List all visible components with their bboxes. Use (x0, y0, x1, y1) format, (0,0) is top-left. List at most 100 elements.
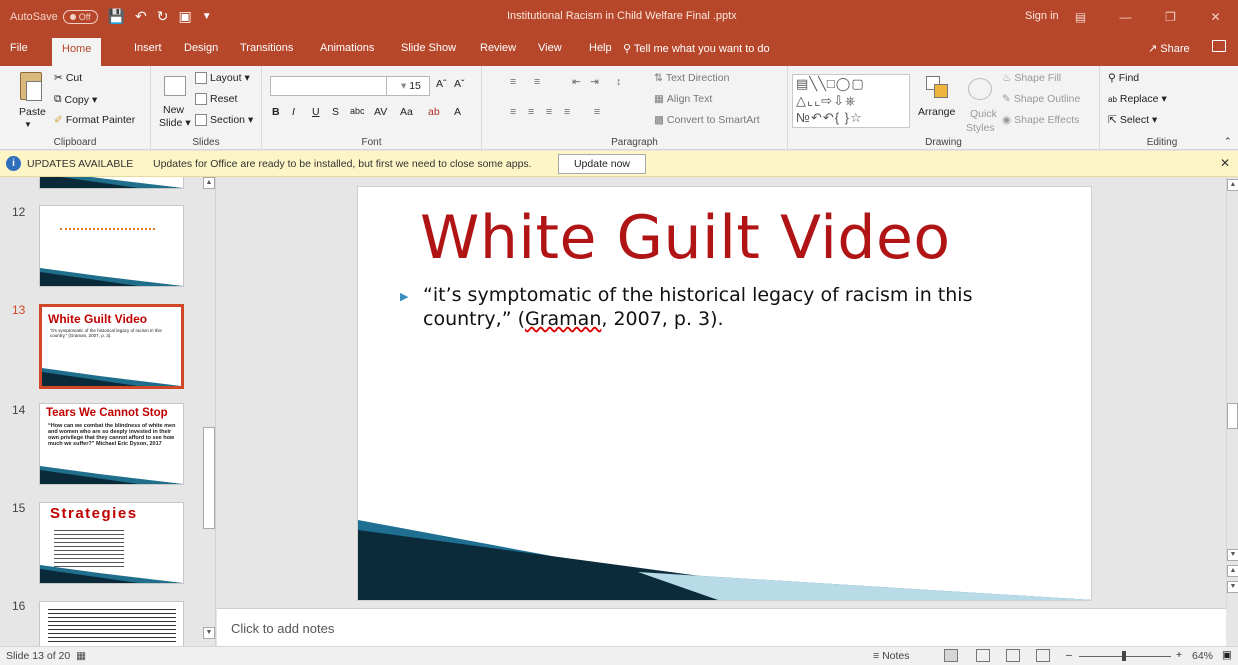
shape-fill-button[interactable]: ♨ Shape Fill (1002, 72, 1061, 84)
columns-icon[interactable]: ≡ (594, 106, 600, 118)
minimize-icon[interactable]: — (1103, 0, 1148, 34)
paste-dropdown-icon[interactable]: ▼ (24, 120, 32, 129)
slide-title[interactable]: White Guilt Video (420, 203, 951, 273)
bold-icon[interactable]: B (272, 106, 280, 118)
slide-sorter-view-icon[interactable] (976, 649, 990, 662)
tab-insert[interactable]: Insert (134, 42, 162, 54)
start-slideshow-icon[interactable]: ▣ (178, 8, 191, 25)
font-name-field[interactable] (270, 76, 388, 96)
notes-pane[interactable]: Click to add notes (217, 608, 1226, 646)
increase-indent-icon[interactable]: ⇥ (590, 76, 599, 88)
tab-help[interactable]: Help (589, 42, 612, 54)
slide-scrollbar[interactable]: ▲ ▼ ▲ ▼ (1226, 177, 1238, 607)
align-text-button[interactable]: ▦ Align Text (654, 93, 712, 105)
update-now-button[interactable]: Update now (558, 154, 646, 174)
paste-icon[interactable] (20, 72, 42, 101)
text-shadow-icon[interactable]: abc (350, 106, 365, 116)
font-size-field[interactable]: ▾ 15 (386, 76, 430, 96)
tab-view[interactable]: View (538, 42, 562, 54)
shape-outline-button[interactable]: ✎ Shape Outline (1002, 93, 1080, 105)
italic-icon[interactable]: I (292, 106, 295, 118)
slide-thumbnail-11[interactable] (39, 177, 184, 189)
convert-smartart-button[interactable]: ▩ Convert to SmartArt (654, 114, 760, 126)
bullets-icon[interactable]: ≡ (510, 76, 516, 88)
select-button[interactable]: ⇱ Select ▾ (1108, 114, 1157, 126)
format-painter-button[interactable]: ✐ Format Painter (54, 114, 135, 126)
character-spacing-icon[interactable]: AV (374, 106, 387, 118)
grow-font-icon[interactable]: Aˆ (436, 78, 447, 90)
share-button[interactable]: ↗ Share (1148, 42, 1190, 55)
slide-scrollbar-thumb[interactable] (1227, 403, 1238, 429)
align-left-icon[interactable]: ≡ (510, 106, 516, 118)
quick-styles-button[interactable]: Quick (970, 108, 997, 120)
scroll-up-icon[interactable]: ▲ (203, 177, 215, 189)
copy-button[interactable]: ⧉ Copy ▾ (54, 93, 97, 106)
shrink-font-icon[interactable]: Aˇ (454, 78, 465, 90)
slide-thumbnail-15[interactable]: Strategies (39, 502, 184, 584)
tab-transitions[interactable]: Transitions (240, 42, 293, 54)
ribbon-display-options-icon[interactable]: ▤ (1058, 0, 1103, 34)
autosave-switch[interactable]: Off (62, 9, 98, 24)
new-slide-dropdown[interactable]: Slide ▾ (159, 117, 191, 129)
section-button[interactable]: Section ▾ (195, 114, 253, 126)
tab-home[interactable]: Home (52, 38, 102, 66)
quick-styles-icon[interactable] (968, 78, 992, 100)
zoom-slider-knob[interactable] (1122, 651, 1126, 661)
shapes-gallery[interactable]: ▤╲╲□◯▢ △⌞⌞⇨⇩⎈ №↶↶{ }☆ (792, 74, 910, 128)
sign-in-link[interactable]: Sign in (1025, 10, 1059, 22)
slide-canvas[interactable]: White Guilt Video ▶ “it’s symptomatic of … (357, 186, 1092, 601)
slide-thumbnail-16[interactable] (39, 601, 184, 646)
replace-button[interactable]: ab Replace ▾ (1108, 93, 1167, 105)
find-button[interactable]: ⚲ Find (1108, 72, 1139, 84)
strikethrough-icon[interactable]: S (332, 106, 339, 118)
cut-button[interactable]: ✂ Cut (54, 72, 82, 84)
align-center-icon[interactable]: ≡ (528, 106, 534, 118)
change-case-icon[interactable]: Aa (400, 106, 413, 118)
previous-slide-icon[interactable]: ▲ (1227, 565, 1238, 577)
tab-animations[interactable]: Animations (320, 42, 374, 54)
shape-effects-button[interactable]: ◉ Shape Effects (1002, 114, 1079, 126)
slideshow-view-icon[interactable] (1036, 649, 1050, 662)
align-right-icon[interactable]: ≡ (546, 106, 552, 118)
arrange-button[interactable]: Arrange (918, 106, 955, 118)
notes-toggle-button[interactable]: ≡ Notes (873, 650, 910, 662)
normal-view-icon[interactable] (944, 649, 958, 662)
tab-design[interactable]: Design (184, 42, 218, 54)
undo-icon[interactable]: ↶ (135, 8, 147, 25)
maximize-icon[interactable]: ❐ (1148, 0, 1193, 34)
close-notification-icon[interactable]: ✕ (1220, 156, 1230, 170)
slide-thumbnail-12[interactable] (39, 205, 184, 287)
reset-button[interactable]: Reset (195, 93, 237, 105)
numbering-icon[interactable]: ≡ (534, 76, 540, 88)
notes-scrollbar[interactable] (1226, 608, 1238, 646)
slide-thumbnail-14[interactable]: Tears We Cannot Stop “How can we combat … (39, 403, 184, 485)
highlight-icon[interactable]: ab (428, 106, 440, 118)
tab-file[interactable]: File (10, 42, 28, 54)
paste-button[interactable]: Paste (19, 106, 46, 118)
slide-bullet[interactable]: ▶ “it’s symptomatic of the historical leg… (397, 283, 1037, 331)
justify-icon[interactable]: ≡ (564, 106, 570, 118)
new-slide-icon[interactable] (164, 76, 186, 96)
redo-icon[interactable]: ↻ (157, 8, 169, 25)
next-slide-icon[interactable]: ▼ (1227, 581, 1238, 593)
reading-view-icon[interactable] (1006, 649, 1020, 662)
comments-icon[interactable] (1212, 40, 1226, 52)
fit-to-window-icon[interactable]: ▣ (1222, 649, 1232, 661)
zoom-in-icon[interactable]: + (1176, 649, 1182, 661)
layout-button[interactable]: Layout ▾ (195, 72, 250, 84)
zoom-out-icon[interactable]: – (1066, 649, 1072, 661)
zoom-level[interactable]: 64% (1192, 650, 1213, 662)
scroll-down-icon[interactable]: ▼ (1227, 549, 1238, 561)
collapse-ribbon-icon[interactable]: ⌃ (1224, 136, 1232, 147)
scroll-up-icon[interactable]: ▲ (1227, 179, 1238, 191)
slide-thumbnail-13[interactable]: White Guilt Video “it’s symptomatic of t… (39, 304, 184, 389)
thumbnail-scrollbar[interactable]: ▲ ▼ (202, 177, 215, 646)
scroll-down-icon[interactable]: ▼ (203, 627, 215, 639)
tab-review[interactable]: Review (480, 42, 516, 54)
new-slide-button[interactable]: New (163, 104, 184, 116)
arrange-icon[interactable] (926, 76, 950, 100)
scrollbar-thumb[interactable] (203, 427, 215, 529)
spell-check-icon[interactable]: ▦ (76, 650, 86, 662)
tell-me-search[interactable]: ⚲ Tell me what you want to do (623, 42, 770, 55)
autosave-toggle[interactable]: AutoSave Off (10, 9, 98, 24)
